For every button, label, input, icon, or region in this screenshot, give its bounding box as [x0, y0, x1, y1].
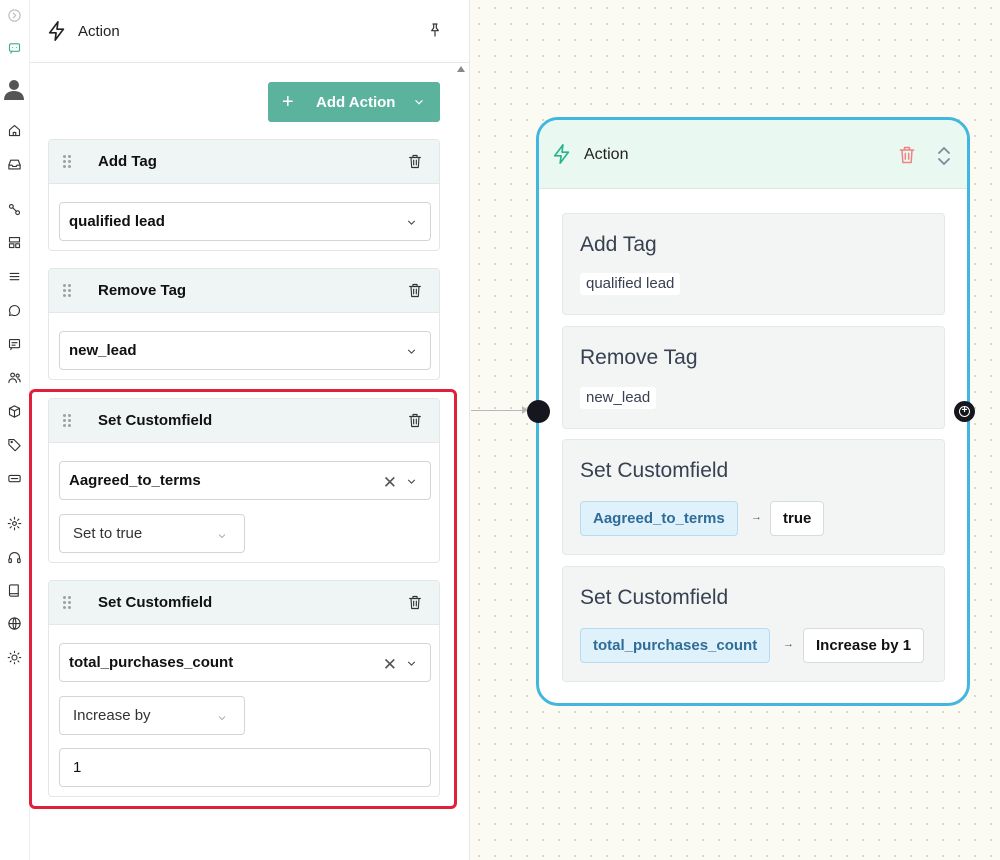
- panel-header: Action: [30, 0, 469, 63]
- node-section-remove-tag: Remove Tag new_lead: [562, 326, 945, 429]
- chevron-down-icon[interactable]: [412, 95, 426, 113]
- operation-select-value: Increase by: [73, 707, 151, 724]
- operation-select-value: Set to true: [73, 525, 143, 542]
- output-handle[interactable]: +: [954, 401, 975, 422]
- operation-select[interactable]: Increase by: [59, 696, 245, 735]
- action-node[interactable]: Action Add Tag qualified lead Remove Tag…: [536, 117, 970, 706]
- node-section-add-tag: Add Tag qualified lead: [562, 213, 945, 315]
- lightning-icon: [46, 20, 68, 42]
- tag-chip: qualified lead: [580, 273, 681, 295]
- section-title: Set Customfield: [580, 586, 729, 609]
- expand-collapse-icon[interactable]: [937, 146, 951, 171]
- operation-select[interactable]: Set to true: [59, 514, 245, 553]
- chevron-down-icon[interactable]: [405, 216, 418, 234]
- customfield-chip: total_purchases_count: [580, 628, 771, 663]
- inbox-icon[interactable]: [5, 155, 23, 173]
- chat-bot-icon[interactable]: [5, 38, 23, 56]
- value-box: Increase by 1: [803, 628, 925, 663]
- chat-icon[interactable]: [5, 301, 23, 319]
- box-icon[interactable]: [5, 402, 23, 420]
- message-icon[interactable]: [5, 335, 23, 353]
- lightning-icon: [551, 143, 573, 170]
- section-title: Add Tag: [580, 233, 657, 256]
- book-icon[interactable]: [5, 581, 23, 599]
- action-card-set-customfield: Set Customfield Aagreed_to_terms ✕ Set t…: [48, 398, 440, 563]
- tag-select-value: qualified lead: [69, 213, 165, 230]
- chevron-down-icon[interactable]: [405, 657, 418, 675]
- add-action-button[interactable]: + Add Action: [268, 82, 440, 122]
- keyboard-icon[interactable]: [5, 469, 23, 487]
- chevron-down-icon[interactable]: [216, 529, 228, 547]
- chevron-down-icon[interactable]: [405, 475, 418, 493]
- customfield-select-value: total_purchases_count: [69, 654, 234, 671]
- icon-rail: [0, 0, 30, 860]
- node-section-set-customfield: Set Customfield Aagreed_to_terms → true: [562, 439, 945, 555]
- card-header: Remove Tag: [49, 269, 439, 313]
- section-title: Set Customfield: [580, 459, 729, 482]
- user-avatar-icon[interactable]: [2, 76, 26, 102]
- amount-input[interactable]: [59, 748, 431, 787]
- action-card-remove-tag: Remove Tag new_lead: [48, 268, 440, 380]
- customfield-select[interactable]: Aagreed_to_terms ✕: [59, 461, 431, 500]
- plus-icon: +: [959, 406, 970, 417]
- node-header: Action: [539, 120, 967, 189]
- globe-icon[interactable]: [5, 614, 23, 632]
- customfield-select[interactable]: total_purchases_count ✕: [59, 643, 431, 682]
- contacts-icon[interactable]: [5, 368, 23, 386]
- arrow-icon: →: [751, 511, 762, 523]
- card-title: Remove Tag: [98, 282, 187, 299]
- expand-icon[interactable]: [5, 6, 23, 24]
- value-box: true: [770, 501, 825, 536]
- tag-select-value: new_lead: [69, 342, 137, 359]
- list-icon[interactable]: [5, 267, 23, 285]
- arrow-icon: →: [783, 638, 794, 650]
- delete-icon[interactable]: [407, 412, 425, 430]
- drag-handle-icon[interactable]: [63, 414, 73, 428]
- flow-icon[interactable]: [5, 200, 23, 218]
- action-card-set-customfield: Set Customfield total_purchases_count ✕ …: [48, 580, 440, 797]
- card-header: Set Customfield: [49, 399, 439, 443]
- node-title: Action: [584, 146, 629, 163]
- customfield-chip: Aagreed_to_terms: [580, 501, 738, 536]
- action-card-add-tag: Add Tag qualified lead: [48, 139, 440, 251]
- drag-handle-icon[interactable]: [63, 155, 73, 169]
- tag-icon[interactable]: [5, 435, 23, 453]
- home-icon[interactable]: [5, 121, 23, 139]
- sun-icon[interactable]: [5, 648, 23, 666]
- delete-icon[interactable]: [407, 153, 425, 171]
- delete-icon[interactable]: [897, 144, 917, 171]
- card-header: Add Tag: [49, 140, 439, 184]
- tag-select[interactable]: new_lead: [59, 331, 431, 370]
- add-action-label: Add Action: [316, 93, 396, 111]
- card-title: Add Tag: [98, 153, 157, 170]
- plus-icon: +: [282, 91, 294, 113]
- headset-icon[interactable]: [5, 548, 23, 566]
- clear-icon[interactable]: ✕: [383, 473, 397, 493]
- input-handle[interactable]: [527, 400, 550, 423]
- chevron-down-icon[interactable]: [405, 345, 418, 363]
- node-section-set-customfield: Set Customfield total_purchases_count → …: [562, 566, 945, 682]
- customfield-select-value: Aagreed_to_terms: [69, 472, 201, 489]
- tag-chip: new_lead: [580, 387, 657, 409]
- connection-edge[interactable]: [471, 410, 529, 411]
- panel-title: Action: [78, 22, 120, 40]
- clear-icon[interactable]: ✕: [383, 655, 397, 675]
- section-title: Remove Tag: [580, 346, 698, 369]
- drag-handle-icon[interactable]: [63, 284, 73, 298]
- tag-select[interactable]: qualified lead: [59, 202, 431, 241]
- scrollbar-up-arrow[interactable]: [457, 66, 465, 72]
- card-title: Set Customfield: [98, 594, 213, 611]
- delete-icon[interactable]: [407, 594, 425, 612]
- chevron-down-icon[interactable]: [216, 711, 228, 729]
- delete-icon[interactable]: [407, 282, 425, 300]
- settings-icon[interactable]: [5, 514, 23, 532]
- pin-icon[interactable]: [427, 22, 445, 40]
- card-header: Set Customfield: [49, 581, 439, 625]
- drag-handle-icon[interactable]: [63, 596, 73, 610]
- card-title: Set Customfield: [98, 412, 213, 429]
- layout-icon[interactable]: [5, 233, 23, 251]
